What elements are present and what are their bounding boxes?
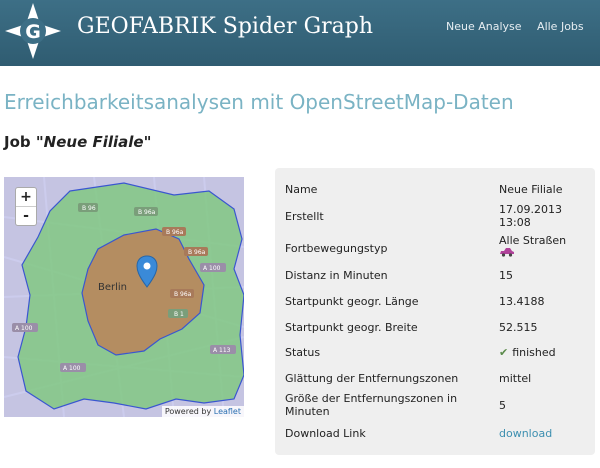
top-nav: Neue Analyse Alle Jobs H <box>446 20 600 33</box>
road-label: B 96a <box>166 229 184 236</box>
road-label: B 96 <box>82 205 96 212</box>
geofabrik-logo[interactable]: G <box>4 2 62 60</box>
detail-label: Distanz in Minuten <box>285 269 388 282</box>
road-label: B 96a <box>138 209 156 216</box>
detail-value: 52.515 <box>499 321 538 334</box>
job-details-panel: Name Neue Filiale Erstellt 17.09.2013 13… <box>275 168 595 455</box>
car-icon <box>500 248 514 257</box>
transport-type: Alle Straßen <box>499 234 567 247</box>
detail-label: Erstellt <box>285 210 324 223</box>
road-label: B 96a <box>174 291 192 298</box>
road-label: A 100 <box>203 265 221 272</box>
job-name: Neue Filiale <box>43 133 144 151</box>
zoom-in-button[interactable]: + <box>16 188 36 206</box>
job-title-suffix: " <box>143 133 152 151</box>
zoom-control: + - <box>15 187 37 226</box>
road-label: A 100 <box>15 325 33 332</box>
job-title: Job "Neue Filiale" <box>4 133 151 151</box>
detail-value: Alle Straßen <box>499 234 566 260</box>
detail-label: Status <box>285 346 321 359</box>
detail-label: Glättung der Entfernungszonen <box>285 372 459 385</box>
map-layer[interactable]: B 96 B 96a B 96a B 96a B 1 B 96a A 100 A… <box>4 177 244 417</box>
isochrone-map[interactable]: B 96 B 96a B 96a B 96a B 1 B 96a A 100 A… <box>4 177 244 417</box>
detail-value: 15 <box>499 269 513 282</box>
detail-value: 13.4188 <box>499 295 545 308</box>
detail-label: Fortbewegungstyp <box>285 242 388 255</box>
detail-value: 5 <box>499 399 506 412</box>
road-label: A 100 <box>63 365 81 372</box>
detail-value: mittel <box>499 372 532 385</box>
status-text: finished <box>512 346 556 359</box>
detail-label: Download Link <box>285 427 366 440</box>
road-label: B 1 <box>174 311 184 318</box>
road-label: A 113 <box>213 347 231 354</box>
detail-value: Neue Filiale <box>499 183 563 196</box>
job-title-prefix: Job " <box>4 133 44 151</box>
brand-title[interactable]: GEOFABRIK Spider Graph <box>77 14 373 39</box>
detail-label: Name <box>285 183 318 196</box>
logo-letter: G <box>25 21 41 43</box>
road-label: B 96a <box>188 249 206 256</box>
detail-label: Startpunkt geogr. Länge <box>285 295 419 308</box>
detail-label: Größe der Entfernungszonen in Minuten <box>285 392 458 418</box>
created-date: 17.09.2013 <box>499 203 562 216</box>
attribution-text: Powered by <box>164 407 212 416</box>
nav-all-jobs[interactable]: Alle Jobs <box>537 20 584 33</box>
detail-label: Startpunkt geogr. Breite <box>285 321 418 334</box>
detail-value: ✔ finished <box>499 346 556 359</box>
created-time: 13:08 <box>499 216 531 229</box>
checkmark-icon: ✔ <box>499 346 509 359</box>
header-bar: G GEOFABRIK Spider Graph Neue Analyse Al… <box>0 0 600 66</box>
zoom-out-button[interactable]: - <box>16 206 36 225</box>
city-label: Berlin <box>98 282 127 293</box>
map-attribution: Powered by Leaflet <box>161 406 244 417</box>
detail-value: 17.09.2013 13:08 <box>499 203 562 229</box>
nav-new-analysis[interactable]: Neue Analyse <box>446 20 522 33</box>
leaflet-link[interactable]: Leaflet <box>214 407 241 416</box>
page-title: Erreichbarkeitsanalysen mit OpenStreetMa… <box>4 90 514 114</box>
download-link[interactable]: download <box>499 427 552 440</box>
